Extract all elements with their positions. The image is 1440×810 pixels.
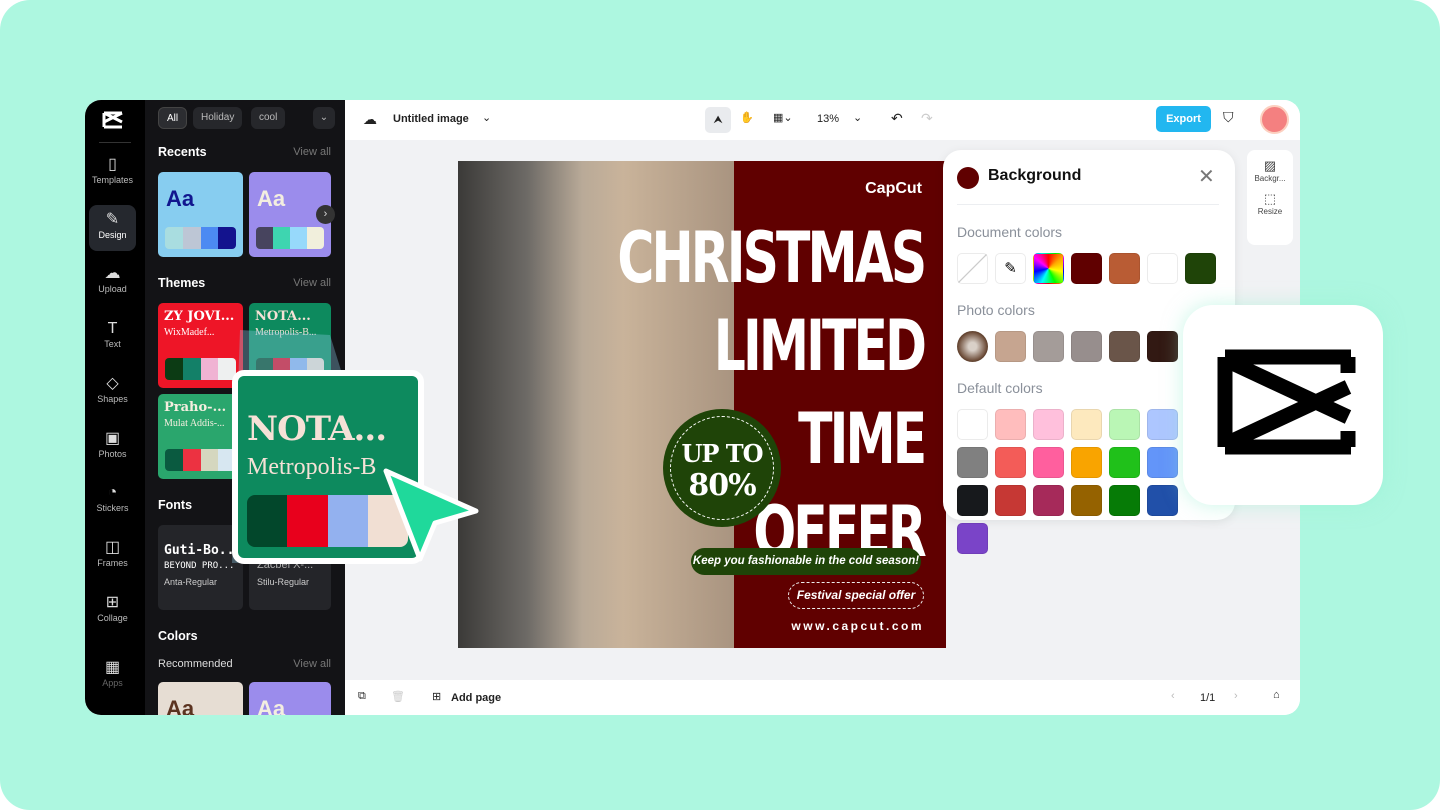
zoom-callout-beam [232,330,400,563]
cursor-arrow-icon [383,468,479,562]
